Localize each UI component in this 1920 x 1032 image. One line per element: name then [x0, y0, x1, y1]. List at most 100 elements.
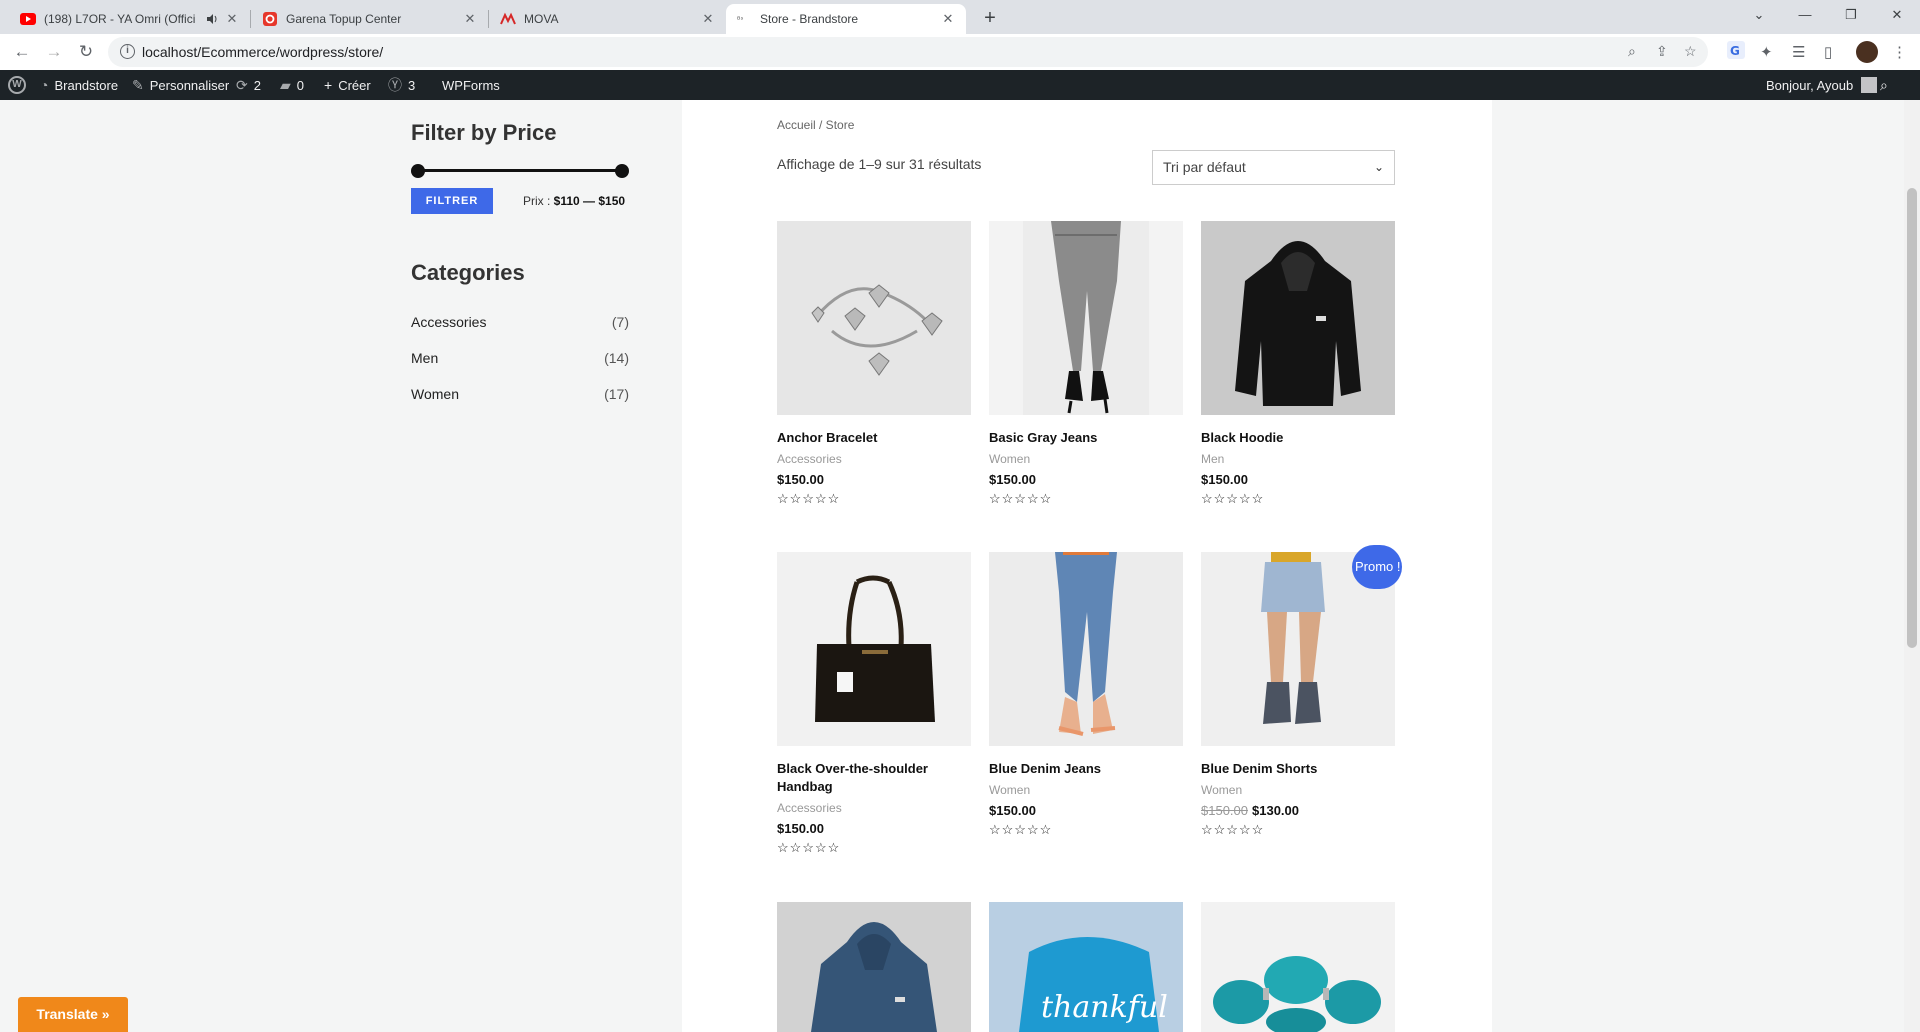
admin-bar-comments[interactable]: ▰ 0: [280, 70, 304, 100]
product-name[interactable]: Basic Gray Jeans: [989, 429, 1183, 447]
tab-title: Store - Brandstore: [760, 12, 859, 26]
current-price: $150.00: [777, 472, 824, 487]
profile-avatar[interactable]: [1856, 41, 1878, 63]
admin-bar-yoast[interactable]: Ⓨ 3: [388, 70, 415, 100]
category-item[interactable]: Men (14): [411, 350, 629, 386]
category-count: (14): [604, 350, 629, 366]
price-prefix: Prix :: [523, 194, 554, 208]
product-image-turquoise-bracelet[interactable]: [1201, 902, 1395, 1032]
speaker-icon[interactable]: [204, 11, 220, 27]
url-text[interactable]: localhost/Ecommerce/wordpress/store/: [142, 44, 383, 60]
reading-list-icon[interactable]: ☰: [1792, 43, 1805, 61]
wpforms-label: WPForms: [442, 77, 500, 93]
product-card[interactable]: [777, 902, 971, 1032]
product-category: Women: [1201, 783, 1243, 797]
product-card[interactable]: Blue Denim Shorts Women $150.00 $130.00 ☆…: [1201, 552, 1395, 838]
category-name[interactable]: Men: [411, 350, 438, 366]
category-list: Accessories (7) Men (14) Women (17): [411, 314, 629, 422]
filter-button[interactable]: FILTRER: [411, 188, 493, 214]
product-name[interactable]: Anchor Bracelet: [777, 429, 971, 447]
product-card[interactable]: Basic Gray Jeans Women $150.00 ☆☆☆☆☆: [989, 221, 1183, 507]
product-card[interactable]: thankful: [989, 902, 1183, 1032]
close-tab-icon[interactable]: ✕: [462, 11, 478, 27]
product-category: Women: [989, 452, 1031, 466]
tab-mova[interactable]: MOVA ✕: [490, 4, 726, 34]
product-price: $150.00: [777, 472, 971, 487]
slider-max-handle[interactable]: [615, 164, 629, 178]
address-bar[interactable]: i localhost/Ecommerce/wordpress/store/ ⌕…: [108, 37, 1708, 67]
tab-garena[interactable]: Garena Topup Center ✕: [252, 4, 488, 34]
bookmark-star-icon[interactable]: ☆: [1684, 43, 1697, 60]
admin-bar-new[interactable]: + Créer: [324, 70, 371, 100]
close-tab-icon[interactable]: ✕: [940, 11, 956, 27]
brush-icon: ✎: [132, 76, 144, 93]
google-translate-extension-icon[interactable]: G: [1726, 40, 1746, 64]
share-icon[interactable]: ⇪: [1656, 43, 1668, 60]
star-rating: ☆☆☆☆☆: [1201, 822, 1265, 837]
tab-youtube[interactable]: (198) L7OR - YA Omri (Offici ✕: [10, 4, 250, 34]
product-card[interactable]: Black Over-the-shoulder Handbag Accessor…: [777, 552, 971, 856]
slider-min-handle[interactable]: [411, 164, 425, 178]
extensions-puzzle-icon[interactable]: ✦: [1760, 43, 1773, 61]
product-image-bracelet[interactable]: [777, 221, 971, 415]
admin-bar-search-icon[interactable]: ⌕: [1880, 70, 1894, 100]
category-count: (17): [604, 386, 629, 402]
orderby-select[interactable]: Tri par défaut ⌄: [1152, 150, 1395, 185]
close-tab-icon[interactable]: ✕: [224, 11, 240, 27]
product-card[interactable]: [1201, 902, 1395, 1032]
breadcrumb[interactable]: Accueil / Store: [777, 118, 854, 132]
tab-separator: [250, 10, 251, 28]
scrollbar-thumb[interactable]: [1907, 188, 1917, 648]
admin-bar-customize[interactable]: ✎ Personnaliser: [132, 70, 229, 100]
new-tab-button[interactable]: +: [976, 5, 1004, 33]
product-card[interactable]: Black Hoodie Men $150.00 ☆☆☆☆☆: [1201, 221, 1395, 507]
product-card[interactable]: Blue Denim Jeans Women $150.00 ☆☆☆☆☆: [989, 552, 1183, 838]
admin-bar-site[interactable]: ◔ Brandstore: [40, 70, 118, 100]
result-count: Affichage de 1–9 sur 31 résultats: [777, 156, 982, 172]
product-image-black-hoodie[interactable]: [1201, 221, 1395, 415]
forward-icon[interactable]: →: [40, 38, 68, 66]
back-icon[interactable]: ←: [8, 38, 36, 66]
tshirt-print: thankful: [1041, 990, 1168, 1025]
close-window-button[interactable]: ✕: [1874, 0, 1920, 30]
tab-brandstore[interactable]: ᴮˢ Store - Brandstore ✕: [726, 4, 966, 34]
star-rating: ☆☆☆☆☆: [989, 491, 1053, 506]
svg-text:ᴮˢ: ᴮˢ: [737, 15, 743, 24]
wordpress-logo-icon[interactable]: W: [8, 70, 26, 100]
close-tab-icon[interactable]: ✕: [700, 11, 716, 27]
admin-bar-updates[interactable]: ⟳ 2: [236, 70, 261, 100]
product-image-thankful-tshirt[interactable]: thankful: [989, 902, 1183, 1032]
product-card[interactable]: Anchor Bracelet Accessories $150.00 ☆☆☆☆…: [777, 221, 971, 507]
zoom-icon[interactable]: ⌕: [1628, 43, 1636, 60]
avatar: [1861, 77, 1878, 93]
product-name[interactable]: Blue Denim Jeans: [989, 760, 1183, 778]
product-category: Men: [1201, 452, 1225, 466]
price-range-slider[interactable]: [411, 162, 629, 178]
product-image-blue-jeans[interactable]: [989, 552, 1183, 746]
admin-bar-wpforms[interactable]: WPForms: [442, 70, 500, 100]
translate-button[interactable]: Translate »: [18, 997, 128, 1032]
product-image-gray-jeans[interactable]: [989, 221, 1183, 415]
tab-title: (198) L7OR - YA Omri (Offici: [44, 12, 196, 26]
reload-icon[interactable]: ↻: [72, 38, 100, 66]
side-panel-icon[interactable]: ▯: [1824, 43, 1832, 61]
admin-bar-account[interactable]: Bonjour, Ayoub: [1766, 70, 1878, 100]
product-price: $150.00: [777, 821, 971, 836]
slider-track: [419, 169, 621, 172]
tab-search-icon[interactable]: ⌄: [1736, 0, 1782, 30]
filter-price-title: Filter by Price: [411, 120, 557, 145]
category-item[interactable]: Accessories (7): [411, 314, 629, 350]
page-scrollbar[interactable]: [1904, 100, 1920, 1032]
category-item[interactable]: Women (17): [411, 386, 629, 422]
category-name[interactable]: Accessories: [411, 314, 486, 330]
product-name[interactable]: Black Hoodie: [1201, 429, 1395, 447]
browser-menu-icon[interactable]: ⋮: [1892, 43, 1907, 61]
product-image-handbag[interactable]: [777, 552, 971, 746]
restore-button[interactable]: ❐: [1828, 0, 1874, 30]
product-image-blue-hoodie[interactable]: [777, 902, 971, 1032]
site-info-icon[interactable]: i: [120, 44, 135, 59]
category-name[interactable]: Women: [411, 386, 459, 402]
minimize-button[interactable]: —: [1782, 0, 1828, 30]
product-name[interactable]: Black Over-the-shoulder Handbag: [777, 760, 971, 796]
product-name[interactable]: Blue Denim Shorts: [1201, 760, 1395, 778]
